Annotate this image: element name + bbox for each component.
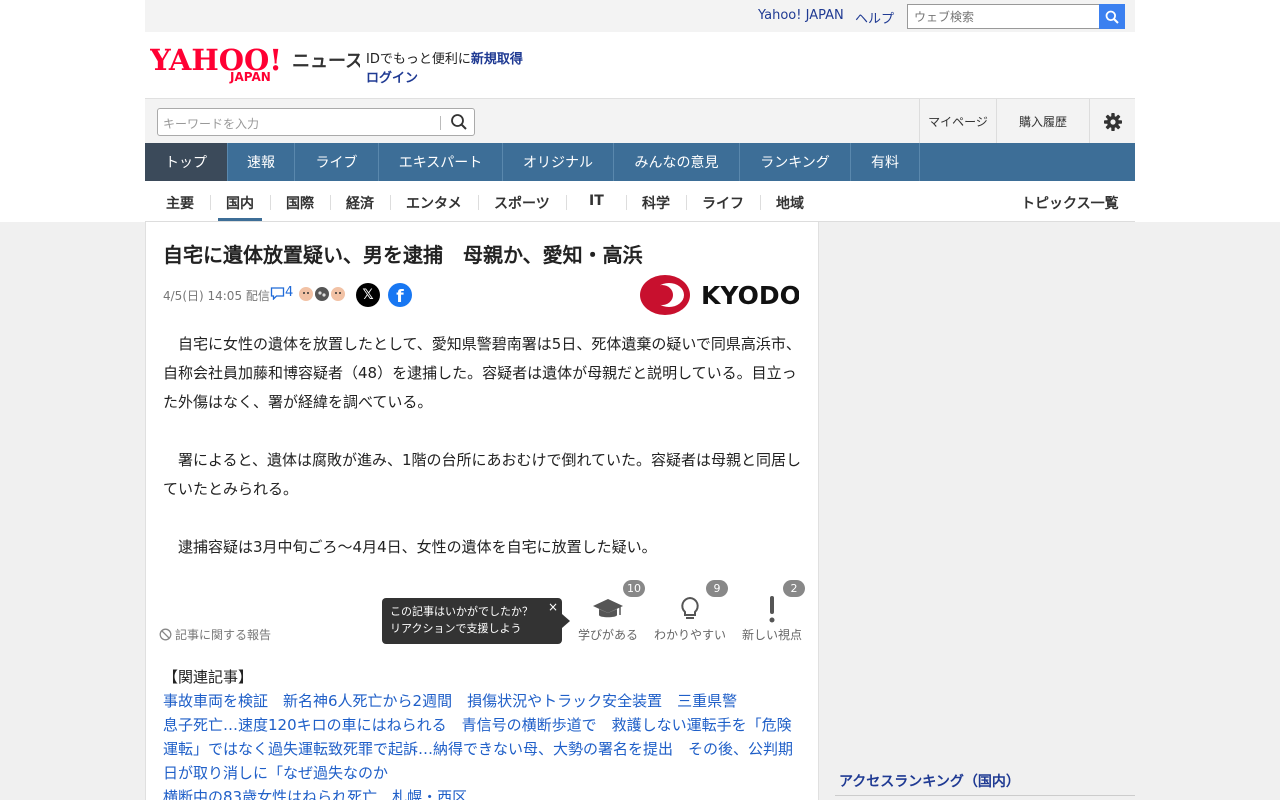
nav-paid[interactable]: 有料 [851, 143, 920, 181]
settings-button[interactable] [1089, 99, 1135, 144]
related-article-link[interactable]: 横断中の83歳女性はねられ死亡 札幌・西区 [163, 785, 803, 800]
divider [835, 795, 1135, 796]
active-category-indicator [218, 218, 262, 221]
id-prompt: IDでもっと便利に新規取得 [366, 48, 523, 67]
logo-service: ニュース [292, 51, 360, 72]
nav-expert[interactable]: エキスパート [379, 143, 503, 181]
category-sports[interactable]: スポーツ [494, 193, 550, 213]
comment-icon [270, 286, 285, 300]
nav-original[interactable]: オリジナル [503, 143, 614, 181]
reaction-learn-button[interactable]: 10 学びがある [568, 580, 648, 643]
tooltip-line: この記事はいかがでしたか？ [390, 605, 533, 618]
mypage-button[interactable]: マイページ [919, 99, 996, 144]
reaction-label: 新しい視点 [741, 628, 802, 642]
exclamation-icon [769, 596, 775, 623]
page: Yahoo! JAPAN ヘルプ YAHOO! JAPAN ニュース IDでもっ… [0, 0, 1280, 800]
category-science[interactable]: 科学 [642, 193, 670, 213]
nav-live[interactable]: ライブ [295, 143, 379, 181]
article-body: 自宅に女性の遺体を放置したとして、愛知県警碧南署は5日、死体遺棄の疑いで同県高浜… [163, 330, 803, 591]
yahoo-japan-link[interactable]: Yahoo! JAPAN [758, 8, 844, 23]
lightbulb-icon [681, 596, 699, 619]
commenter-avatars-icon [298, 286, 346, 302]
search-divider [440, 116, 441, 130]
kyodo-mark [651, 285, 673, 305]
publisher-name: KYODO [701, 281, 799, 310]
divider [566, 195, 567, 210]
article-paragraph: 署によると、遺体は腐敗が進み、1階の台所にあおむけで倒れていた。容疑者は母親と同… [163, 451, 802, 498]
web-search-input[interactable] [907, 4, 1101, 29]
prohibited-icon [159, 628, 172, 641]
divider [270, 195, 271, 210]
keyword-search-button[interactable] [450, 113, 470, 133]
tooltip-line: リアクションで支援しよう [390, 622, 522, 635]
publisher-logo[interactable]: KYODO [639, 274, 801, 316]
reaction-label: 学びがある [577, 628, 638, 642]
divider [390, 195, 391, 210]
tooltip-close-button[interactable]: × [548, 599, 558, 616]
publish-date: 4/5(日) 14:05 配信 [163, 289, 270, 303]
comment-link[interactable]: 4 [270, 285, 293, 300]
related-article-link[interactable]: 事故車両を検証 新名神6人死亡から2週間 損傷状況やトラック安全装置 三重県警 [163, 689, 803, 713]
category-international[interactable]: 国際 [286, 193, 314, 213]
reaction-count: 2 [783, 580, 805, 597]
search-icon [451, 114, 467, 130]
category-it[interactable]: IT [589, 193, 604, 209]
keyword-search-input[interactable]: キーワードを入力 [157, 108, 475, 136]
divider [478, 195, 479, 210]
id-prompt-text: IDでもっと便利に [366, 52, 471, 67]
related-heading: 【関連記事】 [163, 668, 254, 686]
graduation-cap-icon [593, 599, 623, 618]
x-share-icon[interactable]: 𝕏 [356, 283, 380, 307]
related-article-link[interactable]: 息子死亡…速度120キロの車にはねられる 青信号の横断歩道で 救護しない運転手を… [163, 713, 803, 785]
reaction-tooltip: この記事はいかがでしたか？ リアクションで支援しよう × [382, 598, 570, 644]
article: 自宅に遺体放置疑い、男を逮捕 母親か、愛知・高浜 4/5(日) 14:05 配信… [145, 222, 819, 800]
divider [626, 195, 627, 210]
utility-bar: Yahoo! JAPAN ヘルプ [145, 0, 1135, 32]
article-paragraph: 自宅に女性の遺体を放置したとして、愛知県警碧南署は5日、死体遺棄の疑いで同県高浜… [163, 335, 801, 411]
logo-sub: JAPAN [229, 70, 271, 84]
article-paragraph: 逮捕容疑は3月中旬ごろ～4月4日、女性の遺体を自宅に放置した疑い。 [178, 538, 657, 556]
nav-top[interactable]: トップ [145, 143, 228, 181]
search-icon [1105, 10, 1119, 24]
reaction-new-perspective-button[interactable]: 2 新しい視点 [732, 580, 812, 643]
purchase-history-button[interactable]: 購入履歴 [996, 99, 1089, 144]
reaction-count: 9 [706, 580, 728, 597]
search-row: キーワードを入力 マイページ 購入履歴 [145, 98, 1135, 144]
web-search-button[interactable] [1099, 4, 1125, 29]
divider [686, 195, 687, 210]
category-major[interactable]: 主要 [166, 193, 194, 213]
category-life[interactable]: ライフ [702, 193, 744, 213]
help-link[interactable]: ヘルプ [855, 8, 894, 27]
gear-icon [1103, 112, 1122, 131]
category-economy[interactable]: 経済 [346, 193, 374, 213]
category-entertainment[interactable]: エンタメ [406, 193, 462, 213]
nav-opinions[interactable]: みんなの意見 [614, 143, 740, 181]
comment-count: 4 [285, 285, 294, 300]
divider [330, 195, 331, 210]
login-link[interactable]: ログイン [366, 67, 418, 86]
reaction-clear-button[interactable]: 9 わかりやすい [650, 580, 730, 643]
reaction-count: 10 [623, 580, 645, 597]
topics-list-link[interactable]: トピックス一覧 [1021, 193, 1119, 213]
divider [760, 195, 761, 210]
signup-link[interactable]: 新規取得 [471, 52, 523, 67]
category-local[interactable]: 地域 [776, 193, 804, 213]
category-nav: 主要 国内 国際 経済 エンタメ スポーツ IT 科学 ライフ 地域 トピックス… [145, 181, 1135, 222]
access-ranking-heading: アクセスランキング（国内） [839, 774, 1020, 790]
keyword-placeholder: キーワードを入力 [163, 117, 260, 131]
reaction-label: わかりやすい [653, 628, 726, 642]
report-link[interactable]: 記事に関する報告 [159, 626, 271, 643]
main-nav: トップ 速報 ライブ エキスパート オリジナル みんなの意見 ランキング 有料 [145, 143, 1135, 181]
article-title: 自宅に遺体放置疑い、男を逮捕 母親か、愛知・高浜 [163, 243, 643, 267]
nav-breaking[interactable]: 速報 [228, 143, 295, 181]
divider [210, 195, 211, 210]
nav-ranking[interactable]: ランキング [740, 143, 851, 181]
yahoo-news-logo[interactable]: YAHOO! JAPAN ニュース [149, 43, 363, 84]
report-label: 記事に関する報告 [175, 628, 272, 642]
facebook-share-icon[interactable]: f [388, 283, 412, 307]
category-domestic[interactable]: 国内 [226, 193, 254, 213]
